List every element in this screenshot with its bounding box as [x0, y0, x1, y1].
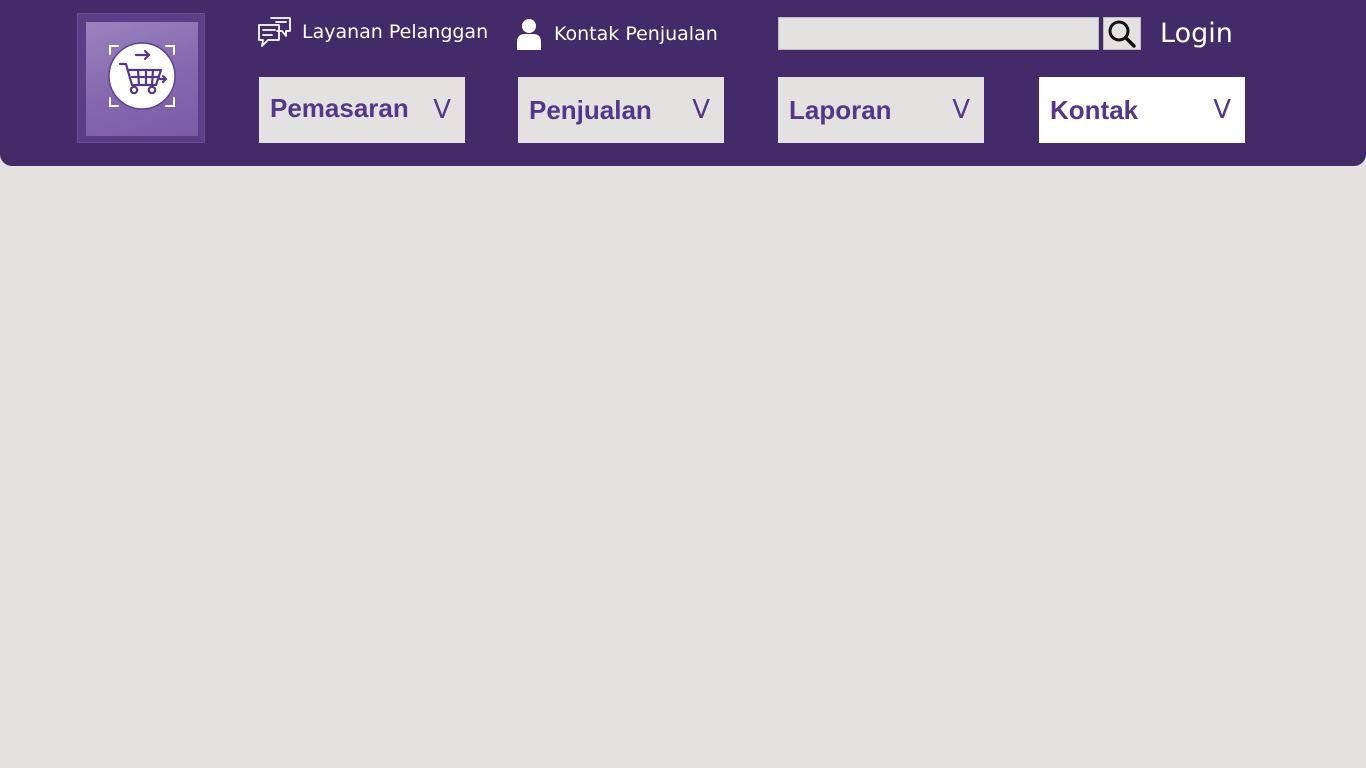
shopping-cart-icon: [108, 42, 176, 110]
sales-contact-link[interactable]: Kontak Penjualan: [516, 17, 718, 51]
chevron-down-icon: V: [692, 95, 710, 125]
search-input[interactable]: [778, 17, 1099, 50]
nav-item-laporan[interactable]: Laporan V: [778, 77, 984, 143]
chevron-down-icon: V: [952, 95, 970, 125]
chat-bubbles-icon: [257, 15, 292, 49]
customer-service-label: Layanan Pelanggan: [302, 21, 489, 43]
person-icon: [516, 18, 542, 50]
customer-service-link[interactable]: Layanan Pelanggan: [257, 15, 488, 49]
nav-item-label: Kontak: [1050, 94, 1139, 125]
login-link[interactable]: Login: [1160, 16, 1233, 52]
sales-contact-label: Kontak Penjualan: [554, 23, 718, 45]
nav-item-label: Laporan: [789, 94, 892, 125]
nav-item-label: Pemasaran: [270, 93, 409, 123]
top-header: Layanan Pelanggan Kontak Penjualan Login…: [0, 0, 1366, 166]
nav-item-pemasaran[interactable]: Pemasaran V: [259, 77, 465, 143]
logo[interactable]: [77, 13, 205, 143]
nav-item-label: Penjualan: [529, 94, 652, 125]
nav-item-kontak[interactable]: Kontak V: [1039, 77, 1245, 143]
logo-tile: [86, 22, 198, 136]
chevron-down-icon: V: [1213, 95, 1231, 125]
nav-item-penjualan[interactable]: Penjualan V: [518, 77, 724, 143]
search-icon: [1108, 20, 1136, 48]
chevron-down-icon: V: [433, 95, 451, 125]
search-button[interactable]: [1103, 17, 1141, 50]
